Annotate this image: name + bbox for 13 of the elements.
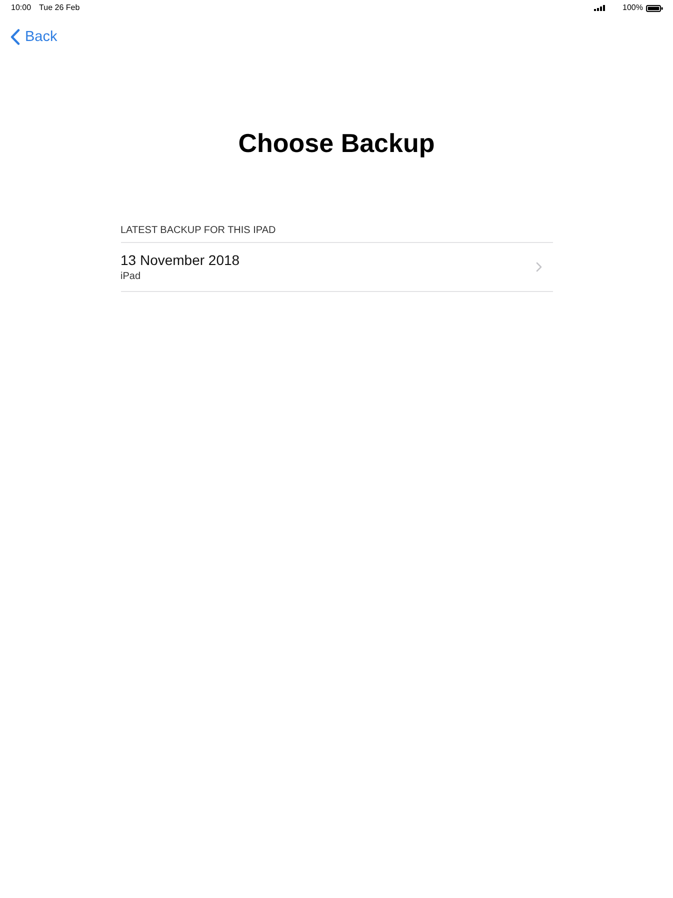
chevron-left-icon bbox=[10, 29, 20, 45]
status-time: 10:00 bbox=[11, 3, 32, 13]
battery-icon bbox=[646, 4, 663, 12]
back-button[interactable]: Back bbox=[0, 28, 58, 46]
page-title: Choose Backup bbox=[238, 127, 435, 159]
battery-percent: 100% bbox=[622, 3, 643, 13]
chevron-right-icon bbox=[536, 262, 542, 272]
backup-device: iPad bbox=[120, 270, 142, 282]
status-date: Tue 26 Feb bbox=[39, 3, 80, 13]
section-header: LATEST BACKUP FOR THIS IPAD bbox=[120, 225, 552, 243]
backup-date: 13 November 2018 bbox=[120, 252, 240, 268]
backup-row[interactable]: 13 November 2018 iPad bbox=[120, 243, 552, 292]
signal-icon bbox=[594, 5, 605, 11]
